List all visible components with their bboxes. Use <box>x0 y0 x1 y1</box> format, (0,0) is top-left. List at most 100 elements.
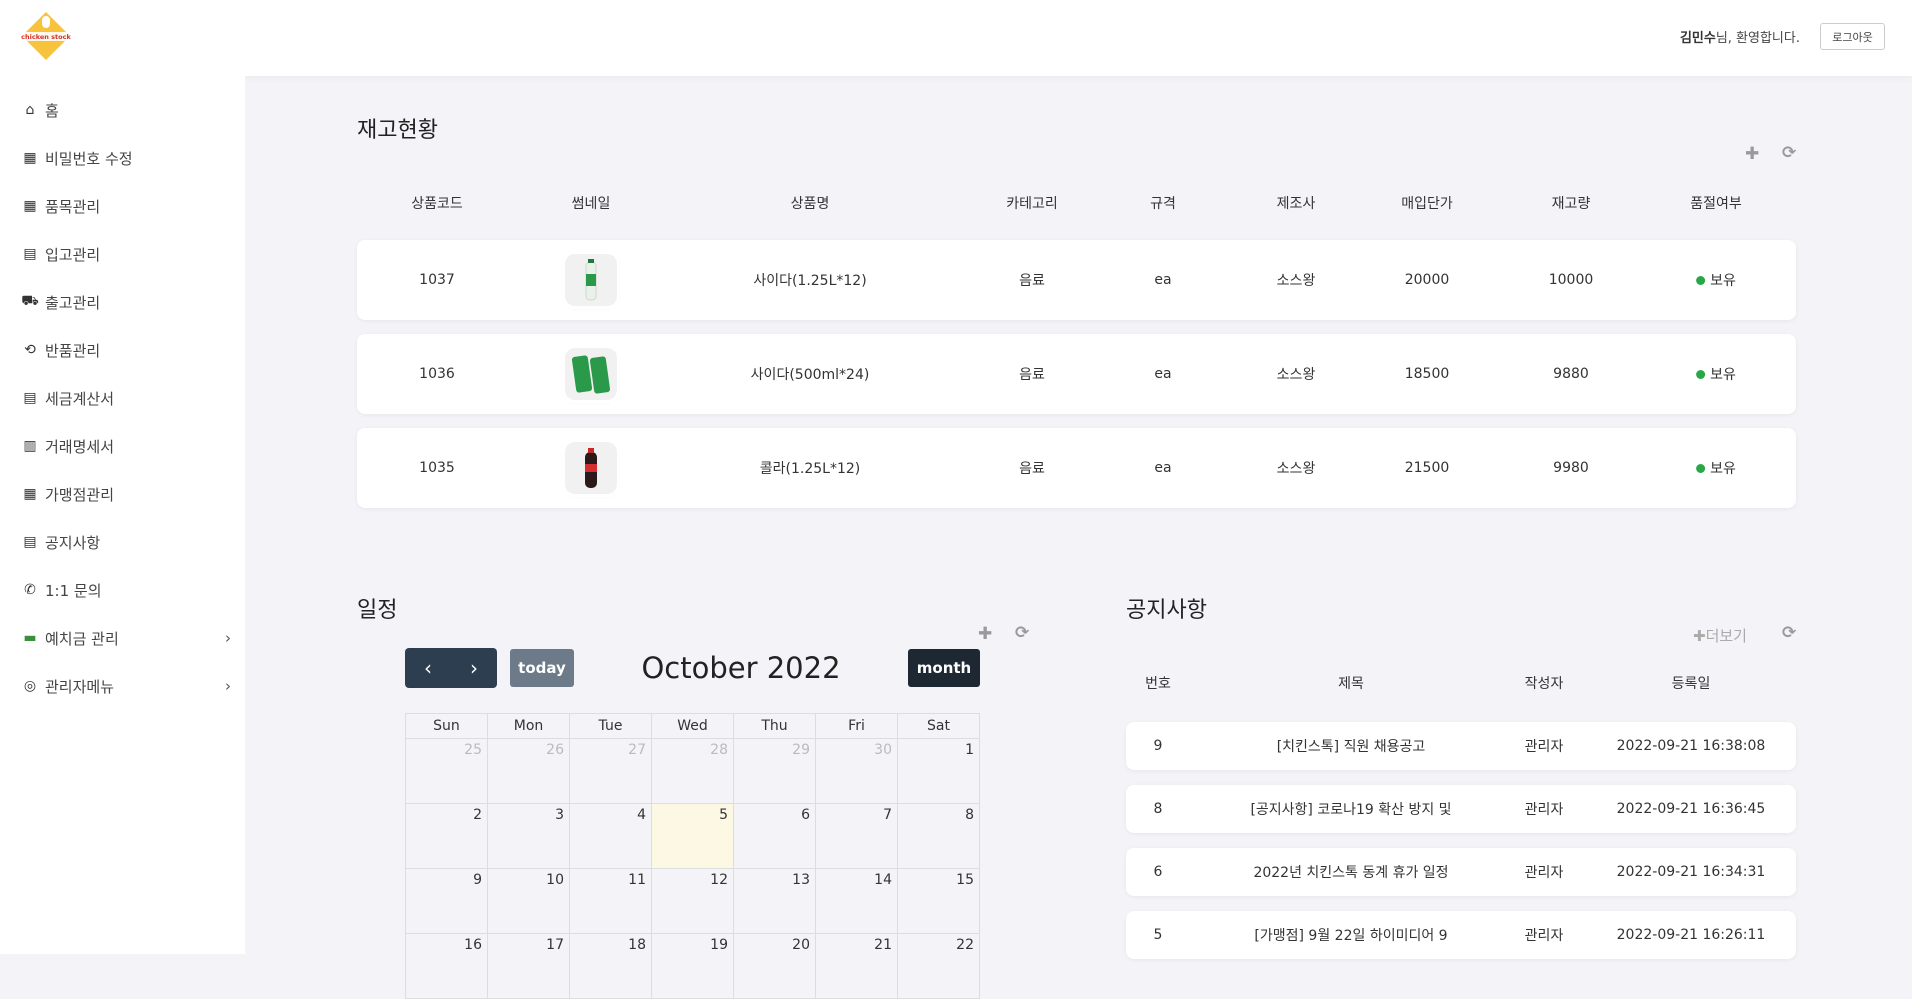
notice-row[interactable]: 6 2022년 치킨스톡 동계 휴가 일정 관리자 2022-09-21 16:34:… <box>1126 848 1796 896</box>
weekday-header: Thu <box>733 713 816 739</box>
calendar-day[interactable]: 30 <box>815 738 898 804</box>
calendar-day[interactable]: 7 <box>815 803 898 869</box>
calendar-day[interactable]: 15 <box>897 868 980 934</box>
sidebar-item[interactable]: ▤ 공지사항 <box>21 527 231 557</box>
cell-spec: ea <box>1154 460 1172 476</box>
calendar-day[interactable]: 29 <box>733 738 816 804</box>
cell-stock: 10000 <box>1548 272 1594 288</box>
calendar-day[interactable]: 3 <box>487 803 570 869</box>
sidebar-item[interactable]: ▬ 예치금 관리 › <box>21 623 231 653</box>
sidebar-item[interactable]: ▦ 품목관리 <box>21 191 231 221</box>
sidebar-item[interactable]: ⌂ 홈 <box>21 95 231 125</box>
calendar-day[interactable]: 27 <box>569 738 652 804</box>
inventory-row[interactable]: 1037 사이다(1.25L*12) 음료 ea 소스왕 20000 10000 보유 <box>357 240 1796 320</box>
sidebar-item-label: 세금계산서 <box>45 389 115 408</box>
more-notices-button[interactable]: ✚더보기 <box>1693 625 1747 646</box>
inventory-row[interactable]: 1035 콜라(1.25L*12) 음료 ea 소스왕 21500 9980 보유 <box>357 428 1796 508</box>
return-box-icon: ⟲ <box>24 342 36 358</box>
calendar-day[interactable]: 14 <box>815 868 898 934</box>
refresh-icon[interactable]: ⟳ <box>1782 143 1796 163</box>
refresh-notices-icon[interactable]: ⟳ <box>1782 623 1796 643</box>
calendar-day[interactable]: 20 <box>733 933 816 999</box>
calendar-week: 9 10 11 12 13 14 15 <box>405 868 980 934</box>
cell-stock: 9980 <box>1553 460 1589 476</box>
cell-maker: 소스왕 <box>1276 461 1316 477</box>
sidebar: ⌂ 홈 ▦ 비밀번호 수정 ▦ 품목관리 ▤ 입고관리 ⛟ 출고관리 ⟲ 반품관리 ▤ 세금계산서 ▥ 거래명… <box>0 76 245 954</box>
sidebar-item[interactable]: ✆ 1:1 문의 <box>21 575 231 605</box>
calendar-day[interactable]: 25 <box>405 738 488 804</box>
column-header: 썸네일 <box>571 196 611 212</box>
sidebar-item-label: 예치금 관리 <box>45 629 119 648</box>
calendar-day[interactable]: 9 <box>405 868 488 934</box>
calendar-day[interactable]: 1 <box>897 738 980 804</box>
sidebar-item[interactable]: ▦ 비밀번호 수정 <box>21 143 231 173</box>
notice-row[interactable]: 9 [치킨스톡] 직원 채용공고 관리자 2022-09-21 16:38:08 <box>1126 722 1796 770</box>
calendar-day[interactable]: 8 <box>897 803 980 869</box>
user-name: 김민수 <box>1679 31 1716 46</box>
notice-row[interactable]: 5 [가맹점] 9월 22일 하이미디어 9 관리자 2022-09-21 16:26… <box>1126 911 1796 959</box>
calendar-week: 25 26 27 28 29 30 1 <box>405 738 980 804</box>
prev-month-button[interactable]: ‹ <box>405 648 451 688</box>
delivery-icon: ⛟ <box>21 293 39 309</box>
add-icon[interactable]: ✚ <box>1745 144 1759 164</box>
notice-row[interactable]: 8 [공지사항] 코로나19 확산 방지 및 관리자 2022-09-21 16:36… <box>1126 785 1796 833</box>
column-header: 규격 <box>1150 196 1176 212</box>
calendar-day[interactable]: 21 <box>815 933 898 999</box>
next-month-button[interactable]: › <box>451 648 497 688</box>
sidebar-item[interactable]: ▥ 거래명세서 <box>21 431 231 461</box>
calendar-day[interactable]: 17 <box>487 933 570 999</box>
cell-category: 음료 <box>1019 461 1045 477</box>
sidebar-item[interactable]: ▤ 입고관리 <box>21 239 231 269</box>
calendar-day[interactable]: 22 <box>897 933 980 999</box>
month-view-button[interactable]: month <box>908 649 980 687</box>
sidebar-item[interactable]: ⛟ 출고관리 <box>21 287 231 317</box>
notice-no: 6 <box>1153 864 1163 880</box>
admin-user-icon: ◎ <box>23 678 37 694</box>
calendar-day[interactable]: 10 <box>487 868 570 934</box>
cell-price: 18500 <box>1404 366 1450 382</box>
sidebar-item[interactable]: ◎ 관리자메뉴 › <box>21 671 231 701</box>
sidebar-item[interactable]: ▤ 세금계산서 <box>21 383 231 413</box>
sprite-bottle-thumbnail <box>565 254 617 306</box>
today-button[interactable]: today <box>510 649 574 687</box>
refresh-calendar-icon[interactable]: ⟳ <box>1015 623 1029 643</box>
calendar-day[interactable]: 6 <box>733 803 816 869</box>
chevron-right-icon: › <box>225 677 231 695</box>
calendar-day[interactable]: 16 <box>405 933 488 999</box>
calendar-day[interactable]: 18 <box>569 933 652 999</box>
cell-spec: ea <box>1154 366 1172 382</box>
notices-title: 공지사항 <box>1126 598 1207 623</box>
sidebar-item-label: 공지사항 <box>45 533 101 552</box>
status-dot-icon <box>1696 464 1706 473</box>
calendar-day[interactable]: 12 <box>651 868 734 934</box>
stock-status: 보유 <box>1696 458 1736 478</box>
notice-no: 5 <box>1153 927 1163 943</box>
plus-icon: ✚ <box>1693 627 1706 645</box>
notice-author: 관리자 <box>1524 865 1564 881</box>
sidebar-item[interactable]: ▦ 가맹점관리 <box>21 479 231 509</box>
calendar-day[interactable]: 13 <box>733 868 816 934</box>
notice-date: 2022-09-21 16:34:31 <box>1616 864 1766 880</box>
statement-icon: ▥ <box>23 438 37 454</box>
logout-button[interactable]: 로그아웃 <box>1820 23 1885 50</box>
notice-author: 관리자 <box>1524 928 1564 944</box>
chicken-stock-logo[interactable]: chicken stock <box>20 10 72 62</box>
calendar-day[interactable]: 28 <box>651 738 734 804</box>
calendar-day[interactable]: 19 <box>651 933 734 999</box>
sidebar-item[interactable]: ⟲ 반품관리 <box>21 335 231 365</box>
calendar-day[interactable]: 11 <box>569 868 652 934</box>
calendar-day[interactable]: 2 <box>405 803 488 869</box>
weekday-header: Sun <box>405 713 488 739</box>
sidebar-item-label: 품목관리 <box>45 197 101 216</box>
notice-date: 2022-09-21 16:36:45 <box>1616 801 1766 817</box>
inventory-row[interactable]: 1036 사이다(500ml*24) 음료 ea 소스왕 18500 9880 보유 <box>357 334 1796 414</box>
calendar-day[interactable]: 5 <box>651 803 734 869</box>
boxes-icon: ▦ <box>23 198 37 214</box>
calendar-day[interactable]: 4 <box>569 803 652 869</box>
add-event-icon[interactable]: ✚ <box>978 624 992 644</box>
calendar-day[interactable]: 26 <box>487 738 570 804</box>
more-label: 더보기 <box>1705 627 1747 645</box>
notice-author: 관리자 <box>1524 739 1564 755</box>
sidebar-item-label: 관리자메뉴 <box>45 677 115 696</box>
cell-maker: 소스왕 <box>1276 273 1316 289</box>
